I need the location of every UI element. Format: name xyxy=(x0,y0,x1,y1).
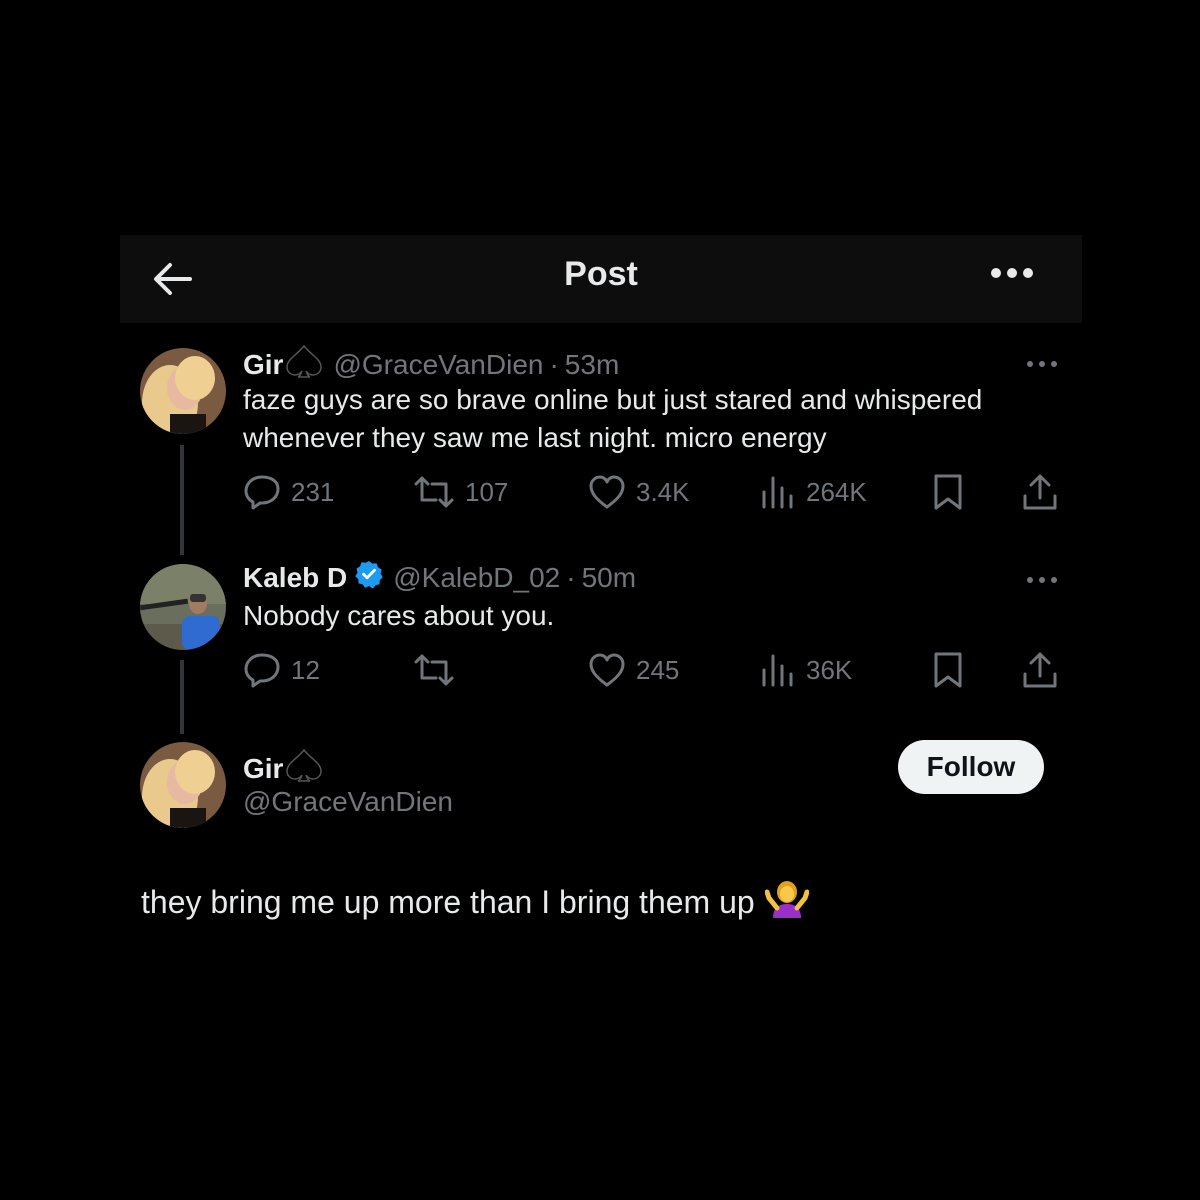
author-handle[interactable]: @KalebD_02 xyxy=(393,562,560,594)
views-count: 264K xyxy=(806,476,867,507)
post-header: Kaleb D @KalebD_02 · 50m xyxy=(243,560,636,595)
verified-badge-icon xyxy=(355,560,384,595)
share-button[interactable] xyxy=(1021,650,1069,690)
repost-button[interactable] xyxy=(413,650,465,690)
avatar[interactable] xyxy=(140,564,226,650)
main-author-handle[interactable]: @GraceVanDien xyxy=(243,786,453,818)
post-more-icon[interactable] xyxy=(1026,356,1058,367)
bookmark-button[interactable] xyxy=(931,472,975,512)
author-name[interactable]: Kaleb D xyxy=(243,562,347,594)
share-icon xyxy=(1023,652,1057,688)
views-count: 36K xyxy=(806,654,853,685)
main-post-body: they bring me up more than I bring them … xyxy=(141,883,755,920)
post-actions: 12 245 36K xyxy=(243,650,1063,690)
views-button[interactable]: 264K xyxy=(760,472,867,512)
reply-count: 12 xyxy=(291,654,320,685)
more-options-icon[interactable] xyxy=(990,265,1034,281)
main-author-name[interactable]: Gir xyxy=(243,748,323,789)
avatar[interactable] xyxy=(140,348,226,434)
post-time[interactable]: 53m xyxy=(565,349,619,381)
heart-icon xyxy=(589,475,625,509)
reply-count: 231 xyxy=(291,476,335,507)
repost-icon xyxy=(414,654,454,686)
views-icon xyxy=(762,654,793,687)
post-text: Nobody cares about you. xyxy=(243,600,555,631)
page-title: Post xyxy=(564,255,638,293)
separator-dot: · xyxy=(549,348,559,380)
like-count: 245 xyxy=(636,654,680,685)
thread-line xyxy=(180,660,184,734)
repost-button[interactable]: 107 xyxy=(413,472,508,512)
repost-count: 107 xyxy=(465,476,509,507)
thread-line xyxy=(180,445,184,555)
bookmark-icon xyxy=(934,652,962,688)
post-header: Gir @GraceVanDien · 53m xyxy=(243,344,619,385)
post-text: faze guys are so brave online but just s… xyxy=(243,384,983,453)
share-button[interactable] xyxy=(1021,472,1069,512)
reply-icon xyxy=(244,475,280,510)
like-button[interactable]: 3.4K xyxy=(588,472,690,512)
spade-icon xyxy=(285,344,323,385)
repost-icon xyxy=(414,476,454,508)
reply-icon xyxy=(244,653,280,688)
heart-icon xyxy=(589,653,625,687)
separator-dot: · xyxy=(566,561,576,593)
follow-button[interactable]: Follow xyxy=(898,740,1044,794)
top-bar: Post xyxy=(120,235,1082,323)
author-name[interactable]: Gir xyxy=(243,753,283,785)
reply-button[interactable]: 12 xyxy=(243,650,320,690)
avatar[interactable] xyxy=(140,742,226,828)
like-count: 3.4K xyxy=(636,476,690,507)
reply-button[interactable]: 231 xyxy=(243,472,334,512)
author-handle[interactable]: @GraceVanDien xyxy=(333,349,543,381)
main-post-text: they bring me up more than I bring them … xyxy=(141,878,810,926)
author-name[interactable]: Gir xyxy=(243,349,283,381)
views-icon xyxy=(762,476,793,509)
spade-icon xyxy=(285,748,323,789)
shrug-emoji-icon xyxy=(764,878,810,926)
bookmark-button[interactable] xyxy=(931,650,975,690)
post-actions: 231 107 3.4K 264K xyxy=(243,472,1063,512)
bookmark-icon xyxy=(934,474,962,510)
views-button[interactable]: 36K xyxy=(760,650,852,690)
post-time[interactable]: 50m xyxy=(582,562,636,594)
share-icon xyxy=(1023,474,1057,510)
like-button[interactable]: 245 xyxy=(588,650,679,690)
post-more-icon[interactable] xyxy=(1026,572,1058,583)
